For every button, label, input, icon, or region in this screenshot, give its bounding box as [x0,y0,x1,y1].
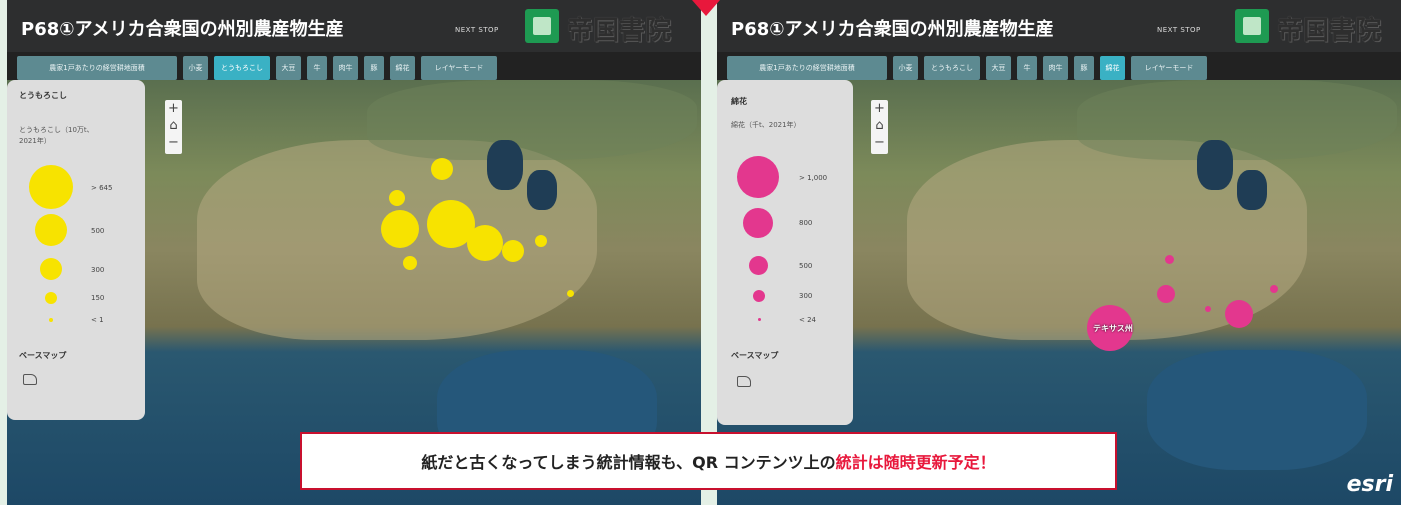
tab-pig[interactable]: 豚 [364,56,384,80]
legend-symbol [743,208,773,238]
symbol-dot[interactable] [389,190,405,206]
legend-title: とうもろこし [19,91,67,100]
tab-cotton[interactable]: 綿花 [1100,56,1125,80]
page-title: P68①アメリカ合衆国の州別農産物生産 [731,19,1054,40]
legend-title: 綿花 [731,97,747,106]
legend-symbol [35,214,67,246]
canada-landmass [367,80,697,160]
app-header: P68①アメリカ合衆国の州別農産物生産 NEXT STOP 帝国書院 [717,0,1401,52]
tab-corn[interactable]: とうもろこし [924,56,980,80]
brand-logo: 帝国書院 [1277,16,1382,46]
legend-value: 500 [799,262,813,270]
symbol-dot[interactable] [467,225,503,261]
info-banner: 紙だと古くなってしまう統計情報も、QR コンテンツ上の 統計は随時更新予定 ！ [300,432,1117,490]
tab-cattle[interactable]: 牛 [307,56,327,80]
tab-layer-mode[interactable]: レイヤーモード [421,56,497,80]
tab-beef-cattle[interactable]: 肉牛 [1043,56,1068,80]
next-stop-label: NEXT STOP [1157,26,1201,34]
tab-soybean[interactable]: 大豆 [986,56,1011,80]
banner-text: 紙だと古くなってしまう統計情報も、QR コンテンツ上の [421,453,836,472]
legend-value: 300 [799,292,813,300]
zoom-in-button[interactable]: + [871,100,888,117]
tab-soybean[interactable]: 大豆 [276,56,301,80]
state-label: テキサス州 [1093,324,1133,333]
tab-farm-area[interactable]: 農家1戸あたりの経営耕地面積 [727,56,887,80]
next-stop-label: NEXT STOP [455,26,499,34]
symbol-dot[interactable] [1205,306,1211,312]
basemap-label: ベースマップ [731,351,779,360]
book-logo-icon [525,9,559,43]
symbol-dot[interactable] [1165,255,1174,264]
legend-symbol [749,256,768,275]
app-header: P68①アメリカ合衆国の州別農産物生産 NEXT STOP 帝国書院 [7,0,701,52]
symbol-dot[interactable] [535,235,547,247]
symbol-dot[interactable] [1225,300,1253,328]
legend-symbol [45,292,57,304]
legend-panel: 綿花 綿花（千t、2021年） > 1,000 800 500 300 < 24… [717,80,853,425]
legend-symbol [29,165,73,209]
home-button[interactable]: ⌂ [165,117,182,134]
canada-landmass [1077,80,1397,160]
legend-symbol [758,318,761,321]
symbol-dot[interactable] [1270,285,1278,293]
legend-panel: とうもろこし とうもろこし（10万t、2021年） > 645 500 300 … [7,80,145,420]
basemap-label: ベースマップ [19,351,67,360]
symbol-dot[interactable] [403,256,417,270]
symbol-dot[interactable] [381,210,419,248]
map-zoom-controls: + ⌂ − [871,100,888,154]
legend-symbol [49,318,53,322]
home-button[interactable]: ⌂ [871,117,888,134]
symbol-dot[interactable] [502,240,524,262]
great-lake [527,170,557,210]
book-logo-icon [1235,9,1269,43]
basemap-icon[interactable] [737,376,751,387]
layer-tabs: 農家1戸あたりの経営耕地面積 小麦 とうもろこし 大豆 牛 肉牛 豚 綿花 レイ… [727,56,1393,80]
legend-value: 150 [91,294,105,302]
zoom-in-button[interactable]: + [165,100,182,117]
legend-subtitle: 綿花（千t、2021年） [731,121,801,129]
great-lake [1237,170,1267,210]
great-lake [1197,140,1233,190]
page-title: P68①アメリカ合衆国の州別農産物生産 [21,19,344,40]
arrow-icon [692,0,720,16]
legend-symbol [737,156,779,198]
tab-farm-area[interactable]: 農家1戸あたりの経営耕地面積 [17,56,177,80]
right-map-app: P68①アメリカ合衆国の州別農産物生産 NEXT STOP 帝国書院 農家1戸あ… [717,0,1401,505]
legend-value: < 24 [799,316,816,324]
banner-highlight: 統計は随時更新予定 [835,453,980,472]
tab-wheat[interactable]: 小麦 [893,56,918,80]
legend-value: < 1 [91,316,104,324]
tab-wheat[interactable]: 小麦 [183,56,208,80]
legend-value: 500 [91,227,105,235]
tab-cotton[interactable]: 綿花 [390,56,415,80]
legend-value: 800 [799,219,813,227]
tab-corn[interactable]: とうもろこし [214,56,270,80]
legend-value: > 645 [91,184,113,192]
esri-logo: esri [1346,472,1393,497]
basemap-icon[interactable] [23,374,37,385]
map-zoom-controls: + ⌂ − [165,100,182,154]
zoom-out-button[interactable]: − [871,134,888,151]
banner-end: ！ [979,453,996,472]
zoom-out-button[interactable]: − [165,134,182,151]
tab-cattle[interactable]: 牛 [1017,56,1037,80]
legend-symbol [40,258,62,280]
symbol-dot[interactable] [567,290,574,297]
left-map-app: P68①アメリカ合衆国の州別農産物生産 NEXT STOP 帝国書院 農家1戸あ… [7,0,701,505]
legend-symbol [753,290,765,302]
layer-tabs: 農家1戸あたりの経営耕地面積 小麦 とうもろこし 大豆 牛 肉牛 豚 綿花 レイ… [17,56,693,80]
tab-pig[interactable]: 豚 [1074,56,1094,80]
symbol-dot[interactable] [431,158,453,180]
legend-value: 300 [91,266,105,274]
great-lake [487,140,523,190]
gulf-of-mexico [1147,350,1367,470]
brand-logo: 帝国書院 [567,16,672,46]
legend-value: > 1,000 [799,174,828,182]
tab-beef-cattle[interactable]: 肉牛 [333,56,358,80]
tab-layer-mode[interactable]: レイヤーモード [1131,56,1207,80]
legend-subtitle: とうもろこし（10万t、2021年） [19,126,94,145]
symbol-dot[interactable] [1157,285,1175,303]
